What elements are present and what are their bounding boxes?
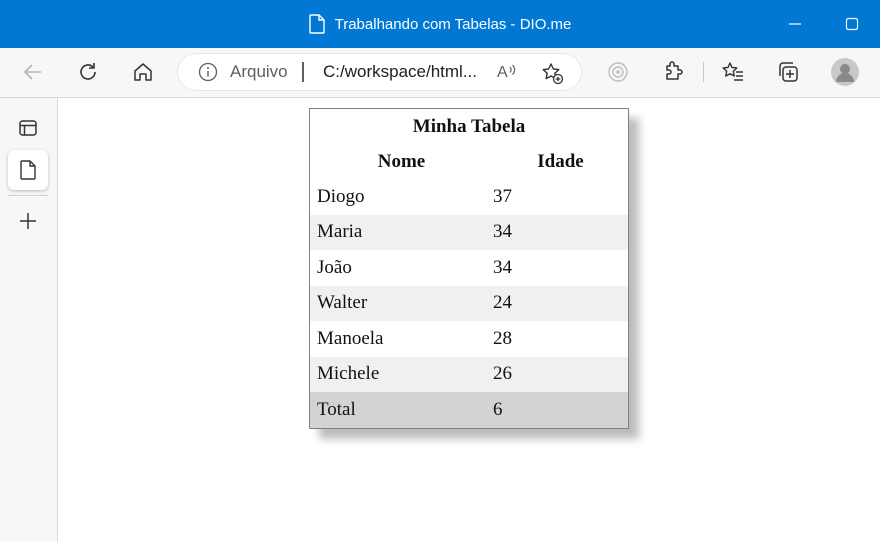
cell-age: 34: [493, 256, 512, 278]
table-header-row: Nome Idade: [310, 145, 629, 179]
sidebar-divider: [8, 195, 48, 196]
new-tab-button[interactable]: [8, 201, 48, 241]
table-total-row: Total 6: [309, 392, 629, 428]
toolbar-divider: [703, 62, 704, 82]
favorites-icon: [722, 62, 743, 81]
cell-age: 28: [493, 327, 512, 349]
url-text[interactable]: C:/workspace/html...: [323, 62, 477, 82]
info-icon[interactable]: [198, 62, 218, 82]
cell-age: 24: [493, 285, 629, 321]
table-row: Maria 34: [309, 214, 629, 250]
cell-name: Manoela: [317, 327, 384, 349]
home-button[interactable]: [125, 54, 161, 90]
puzzle-icon: [666, 61, 683, 80]
refresh-icon: [80, 63, 96, 80]
document-icon: [20, 160, 36, 180]
maximize-icon: [845, 17, 859, 31]
page-document-icon: [308, 14, 325, 34]
minimize-icon: [789, 23, 801, 25]
table-row: Manoela 28: [310, 321, 629, 357]
table-caption-row: Minha Tabela: [310, 109, 629, 146]
window-title-group: Trabalhando com Tabelas - DIO.me: [0, 0, 880, 48]
read-aloud-icon[interactable]: A: [496, 61, 518, 88]
cell-age: 37: [493, 185, 512, 207]
cell-age: 26: [493, 356, 629, 392]
browser-toolbar: Arquivo C:/workspace/html... A: [0, 48, 880, 98]
home-icon: [134, 63, 152, 81]
cell-name: Walter: [309, 285, 493, 321]
title-bar: Trabalhando com Tabelas - DIO.me: [0, 0, 880, 48]
profile-button[interactable]: [827, 54, 863, 90]
column-header-nome: Nome: [377, 151, 426, 172]
avatar: [831, 58, 859, 86]
table-row: Walter 24: [309, 285, 629, 321]
cell-name: Maria: [309, 214, 493, 250]
extension-icon: [608, 62, 628, 82]
tab-actions-button[interactable]: [8, 108, 48, 148]
cell-name: Michele: [309, 356, 493, 392]
table-row: João 34: [310, 250, 629, 286]
collections-icon: [779, 62, 798, 82]
vertical-tab-sidebar: [0, 98, 58, 542]
extensions-button[interactable]: [655, 54, 691, 90]
tab-actions-icon: [19, 120, 37, 136]
table-caption: Minha Tabela: [412, 116, 526, 137]
window-title: Trabalhando com Tabelas - DIO.me: [334, 15, 572, 33]
data-table: Minha Tabela Nome Idade Diogo 37 Maria 3…: [309, 108, 629, 429]
sidebar-tab-document[interactable]: [8, 150, 48, 190]
refresh-button[interactable]: [70, 54, 106, 90]
minimize-button[interactable]: [767, 0, 823, 48]
extension-button[interactable]: [600, 54, 636, 90]
column-header-idade: Idade: [537, 151, 584, 172]
address-bar[interactable]: Arquivo C:/workspace/html... A: [178, 54, 581, 90]
maximize-button[interactable]: [824, 0, 880, 48]
total-value: 6: [493, 392, 629, 428]
cell-age: 34: [493, 214, 629, 250]
collections-button[interactable]: [770, 54, 806, 90]
cell-name: João: [317, 256, 352, 278]
back-arrow-icon: [23, 64, 41, 80]
cell-name: Diogo: [317, 185, 365, 207]
address-separator: [302, 62, 304, 82]
page-content: Minha Tabela Nome Idade Diogo 37 Maria 3…: [58, 98, 880, 542]
scheme-label: Arquivo: [230, 62, 288, 81]
svg-text:A: A: [497, 64, 508, 81]
table-row: Diogo 37: [310, 179, 629, 215]
total-label: Total: [309, 392, 493, 428]
back-button[interactable]: [15, 54, 51, 90]
add-favorite-icon[interactable]: [540, 61, 564, 85]
favorites-button[interactable]: [715, 54, 751, 90]
table-row: Michele 26: [309, 356, 629, 392]
plus-icon: [20, 213, 36, 229]
